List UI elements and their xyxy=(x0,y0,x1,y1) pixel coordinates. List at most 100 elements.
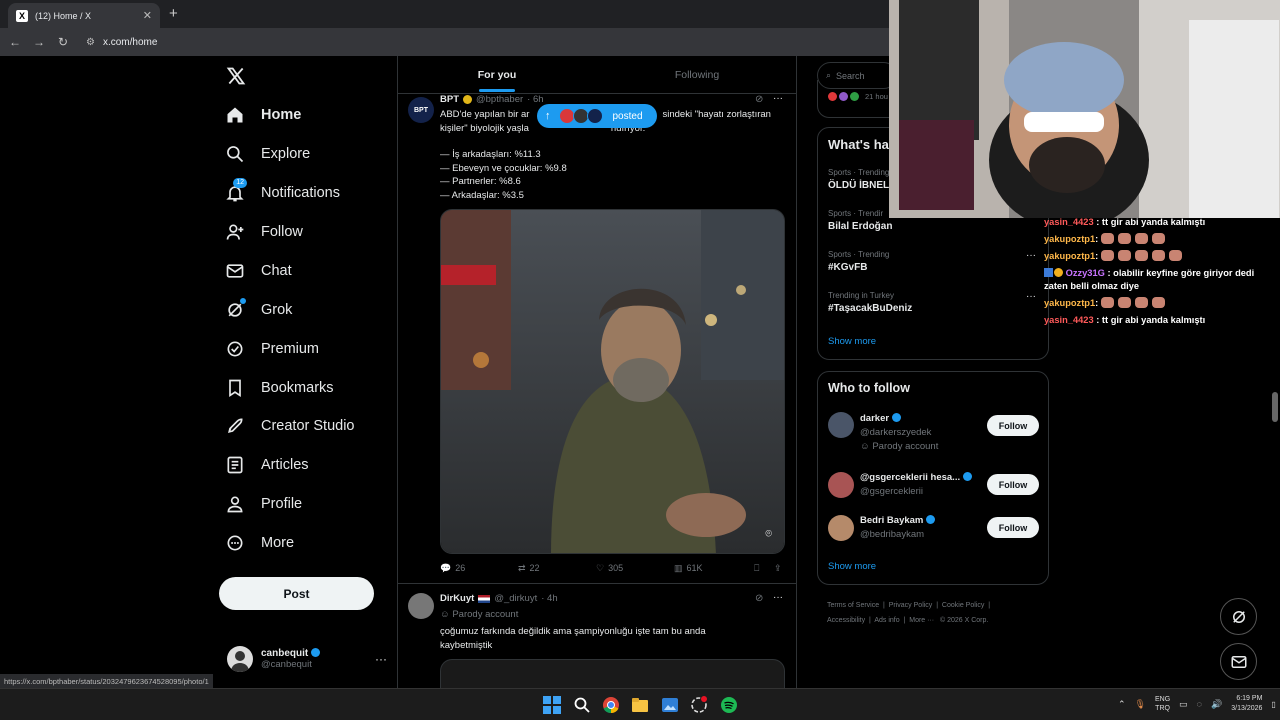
post-button[interactable]: Post xyxy=(219,577,374,610)
nav-creator-studio[interactable]: Creator Studio xyxy=(222,408,355,444)
grok-action-icon[interactable]: ⊘ xyxy=(755,94,763,105)
new-posts-pill[interactable]: ↑ posted xyxy=(537,104,657,128)
notification-badge: 12 xyxy=(233,178,247,188)
windows-start-icon[interactable] xyxy=(543,696,561,714)
search-icon[interactable] xyxy=(573,696,591,714)
footer-link[interactable]: Terms of Service xyxy=(827,602,879,609)
suggested-user[interactable]: Bedri Baykam @bedribaykam xyxy=(860,514,936,542)
clap-emote-icon xyxy=(1117,233,1131,244)
input-language[interactable]: ENG TRQ xyxy=(1155,695,1170,713)
nav-follow[interactable]: Follow xyxy=(222,214,303,250)
footer-link[interactable]: Cookie Policy xyxy=(942,602,984,609)
follow-button[interactable]: Follow xyxy=(987,474,1039,495)
footer-link[interactable]: Ads info xyxy=(874,617,899,624)
footer-link[interactable]: Accessibility xyxy=(827,617,865,624)
account-handle: @canbequit xyxy=(261,659,312,670)
tweet-photo[interactable]: ⌾ xyxy=(440,209,785,554)
bookmark-button-icon[interactable]: ⎕ xyxy=(754,563,774,574)
new-tab-icon[interactable]: + xyxy=(169,5,178,22)
tweet-more-icon[interactable]: ··· xyxy=(773,93,783,104)
trend-item[interactable]: Sports · Trending #KGvFB xyxy=(828,250,889,273)
share-icon[interactable]: ⇪ xyxy=(774,563,782,574)
nav-more[interactable]: More xyxy=(222,525,294,561)
clap-emote-icon xyxy=(1151,250,1165,261)
x-logo-icon[interactable] xyxy=(226,66,248,88)
notification-center-icon[interactable]: ▯ xyxy=(1271,700,1275,709)
reply-button[interactable]: 💬 26 xyxy=(440,563,518,574)
like-button[interactable]: ♡ 305 xyxy=(596,563,674,574)
nav-home[interactable]: Home xyxy=(222,97,301,133)
tweet-avatar[interactable]: BPT xyxy=(408,97,434,123)
views-count: 61K xyxy=(686,563,703,573)
repost-icon: ⇄ xyxy=(518,563,526,573)
browser-tab[interactable]: X (12) Home / X ✕ xyxy=(8,3,160,28)
tray-overflow-icon[interactable]: ⌃ xyxy=(1118,699,1126,710)
footer-link[interactable]: Privacy Policy xyxy=(889,602,933,609)
avatar[interactable] xyxy=(828,515,854,541)
scrollbar-thumb[interactable] xyxy=(1272,392,1278,422)
user-name: darker xyxy=(860,413,890,424)
messages-floating-button[interactable] xyxy=(1220,643,1257,680)
suggested-user[interactable]: @gsgerceklerii hesa... @gsgerceklerii xyxy=(860,471,972,499)
nav-bookmarks[interactable]: Bookmarks xyxy=(222,370,334,406)
user-name: @gsgerceklerii hesa... xyxy=(860,472,961,483)
whats-happening-title: What's ha xyxy=(828,137,889,152)
close-tab-icon[interactable]: ✕ xyxy=(143,9,152,22)
chrome-icon[interactable] xyxy=(602,696,620,714)
tweet-avatar[interactable] xyxy=(408,593,434,619)
address-bar[interactable]: ⚙ x.com/home xyxy=(80,31,163,53)
app-icon[interactable] xyxy=(690,696,708,714)
nav-chat[interactable]: Chat xyxy=(222,253,292,289)
trend-item[interactable]: Sports · Trending ÖLDÜ İBNELE xyxy=(828,168,896,191)
nav-premium[interactable]: Premium xyxy=(222,331,319,367)
avatar[interactable] xyxy=(828,412,854,438)
spotify-icon[interactable] xyxy=(720,696,738,714)
file-explorer-icon[interactable] xyxy=(631,696,649,714)
site-info-icon[interactable]: ⚙ xyxy=(86,37,95,48)
alt-text-icon[interactable]: ⌾ xyxy=(765,528,772,541)
trend-item[interactable]: Trending in Turkey #TaşacakBuDeniz xyxy=(828,291,912,314)
nav-profile[interactable]: Profile xyxy=(222,486,302,522)
monitor-icon[interactable]: ▭ xyxy=(1179,699,1188,710)
grok-floating-button[interactable] xyxy=(1220,598,1257,635)
suggested-user[interactable]: darker @darkerszyedek ☺ Parody account xyxy=(860,412,938,454)
tweet-more-icon[interactable]: ··· xyxy=(773,592,783,603)
trend-more-icon[interactable]: ··· xyxy=(1026,250,1036,261)
trend-more-icon[interactable]: ··· xyxy=(1026,291,1036,302)
reload-icon[interactable]: ↻ xyxy=(56,35,70,49)
network-icon[interactable]: ◌ xyxy=(1197,699,1202,709)
show-more-follow[interactable]: Show more xyxy=(828,561,876,572)
avatar[interactable] xyxy=(828,472,854,498)
tab-for-you[interactable]: For you xyxy=(397,56,597,93)
back-icon[interactable]: ← xyxy=(8,35,22,49)
nav-articles[interactable]: Articles xyxy=(222,447,309,483)
grok-action-icon[interactable]: ⊘ xyxy=(755,593,763,604)
forward-icon[interactable]: → xyxy=(32,35,46,49)
volume-icon[interactable]: 🔊 xyxy=(1211,699,1222,710)
follow-button[interactable]: Follow xyxy=(987,415,1039,436)
account-more-icon[interactable]: ··· xyxy=(375,652,387,666)
photos-app-icon[interactable] xyxy=(661,696,679,714)
nav-explore[interactable]: Explore xyxy=(222,136,310,172)
footer-link[interactable]: More ··· xyxy=(909,617,934,624)
tweet-author-handle[interactable]: @bpthaber xyxy=(476,94,523,105)
clock[interactable]: 6:19 PM 3/13/2026 xyxy=(1231,694,1262,714)
nav-grok[interactable]: Grok xyxy=(222,292,292,328)
nav-notifications[interactable]: 12 Notifications xyxy=(222,175,340,211)
chat-text: : xyxy=(1095,251,1099,261)
tweet-text-part: sindeki "hayatı zorlaştıran xyxy=(662,109,771,120)
tab-following[interactable]: Following xyxy=(597,56,797,93)
tweet-time[interactable]: · 6h xyxy=(527,94,543,105)
views-button[interactable]: ▥ 61K xyxy=(674,563,754,574)
trend-item[interactable]: Sports · Trendir Bilal Erdoğan xyxy=(828,209,892,232)
tweet-media[interactable] xyxy=(440,659,785,688)
tweet-time[interactable]: · 4h xyxy=(541,593,557,604)
show-more-trends[interactable]: Show more xyxy=(828,336,876,347)
account-switcher[interactable]: canbequit @canbequit ··· xyxy=(227,644,387,674)
follow-button[interactable]: Follow xyxy=(987,517,1039,538)
tweet-author-name[interactable]: DirKuyt xyxy=(440,593,474,604)
tweet-author-name[interactable]: BPT xyxy=(440,94,459,105)
tweet-author-handle[interactable]: @_dirkuyt xyxy=(494,593,537,604)
microphone-icon[interactable]: 🎙 xyxy=(1135,699,1146,710)
repost-button[interactable]: ⇄ 22 xyxy=(518,563,596,574)
